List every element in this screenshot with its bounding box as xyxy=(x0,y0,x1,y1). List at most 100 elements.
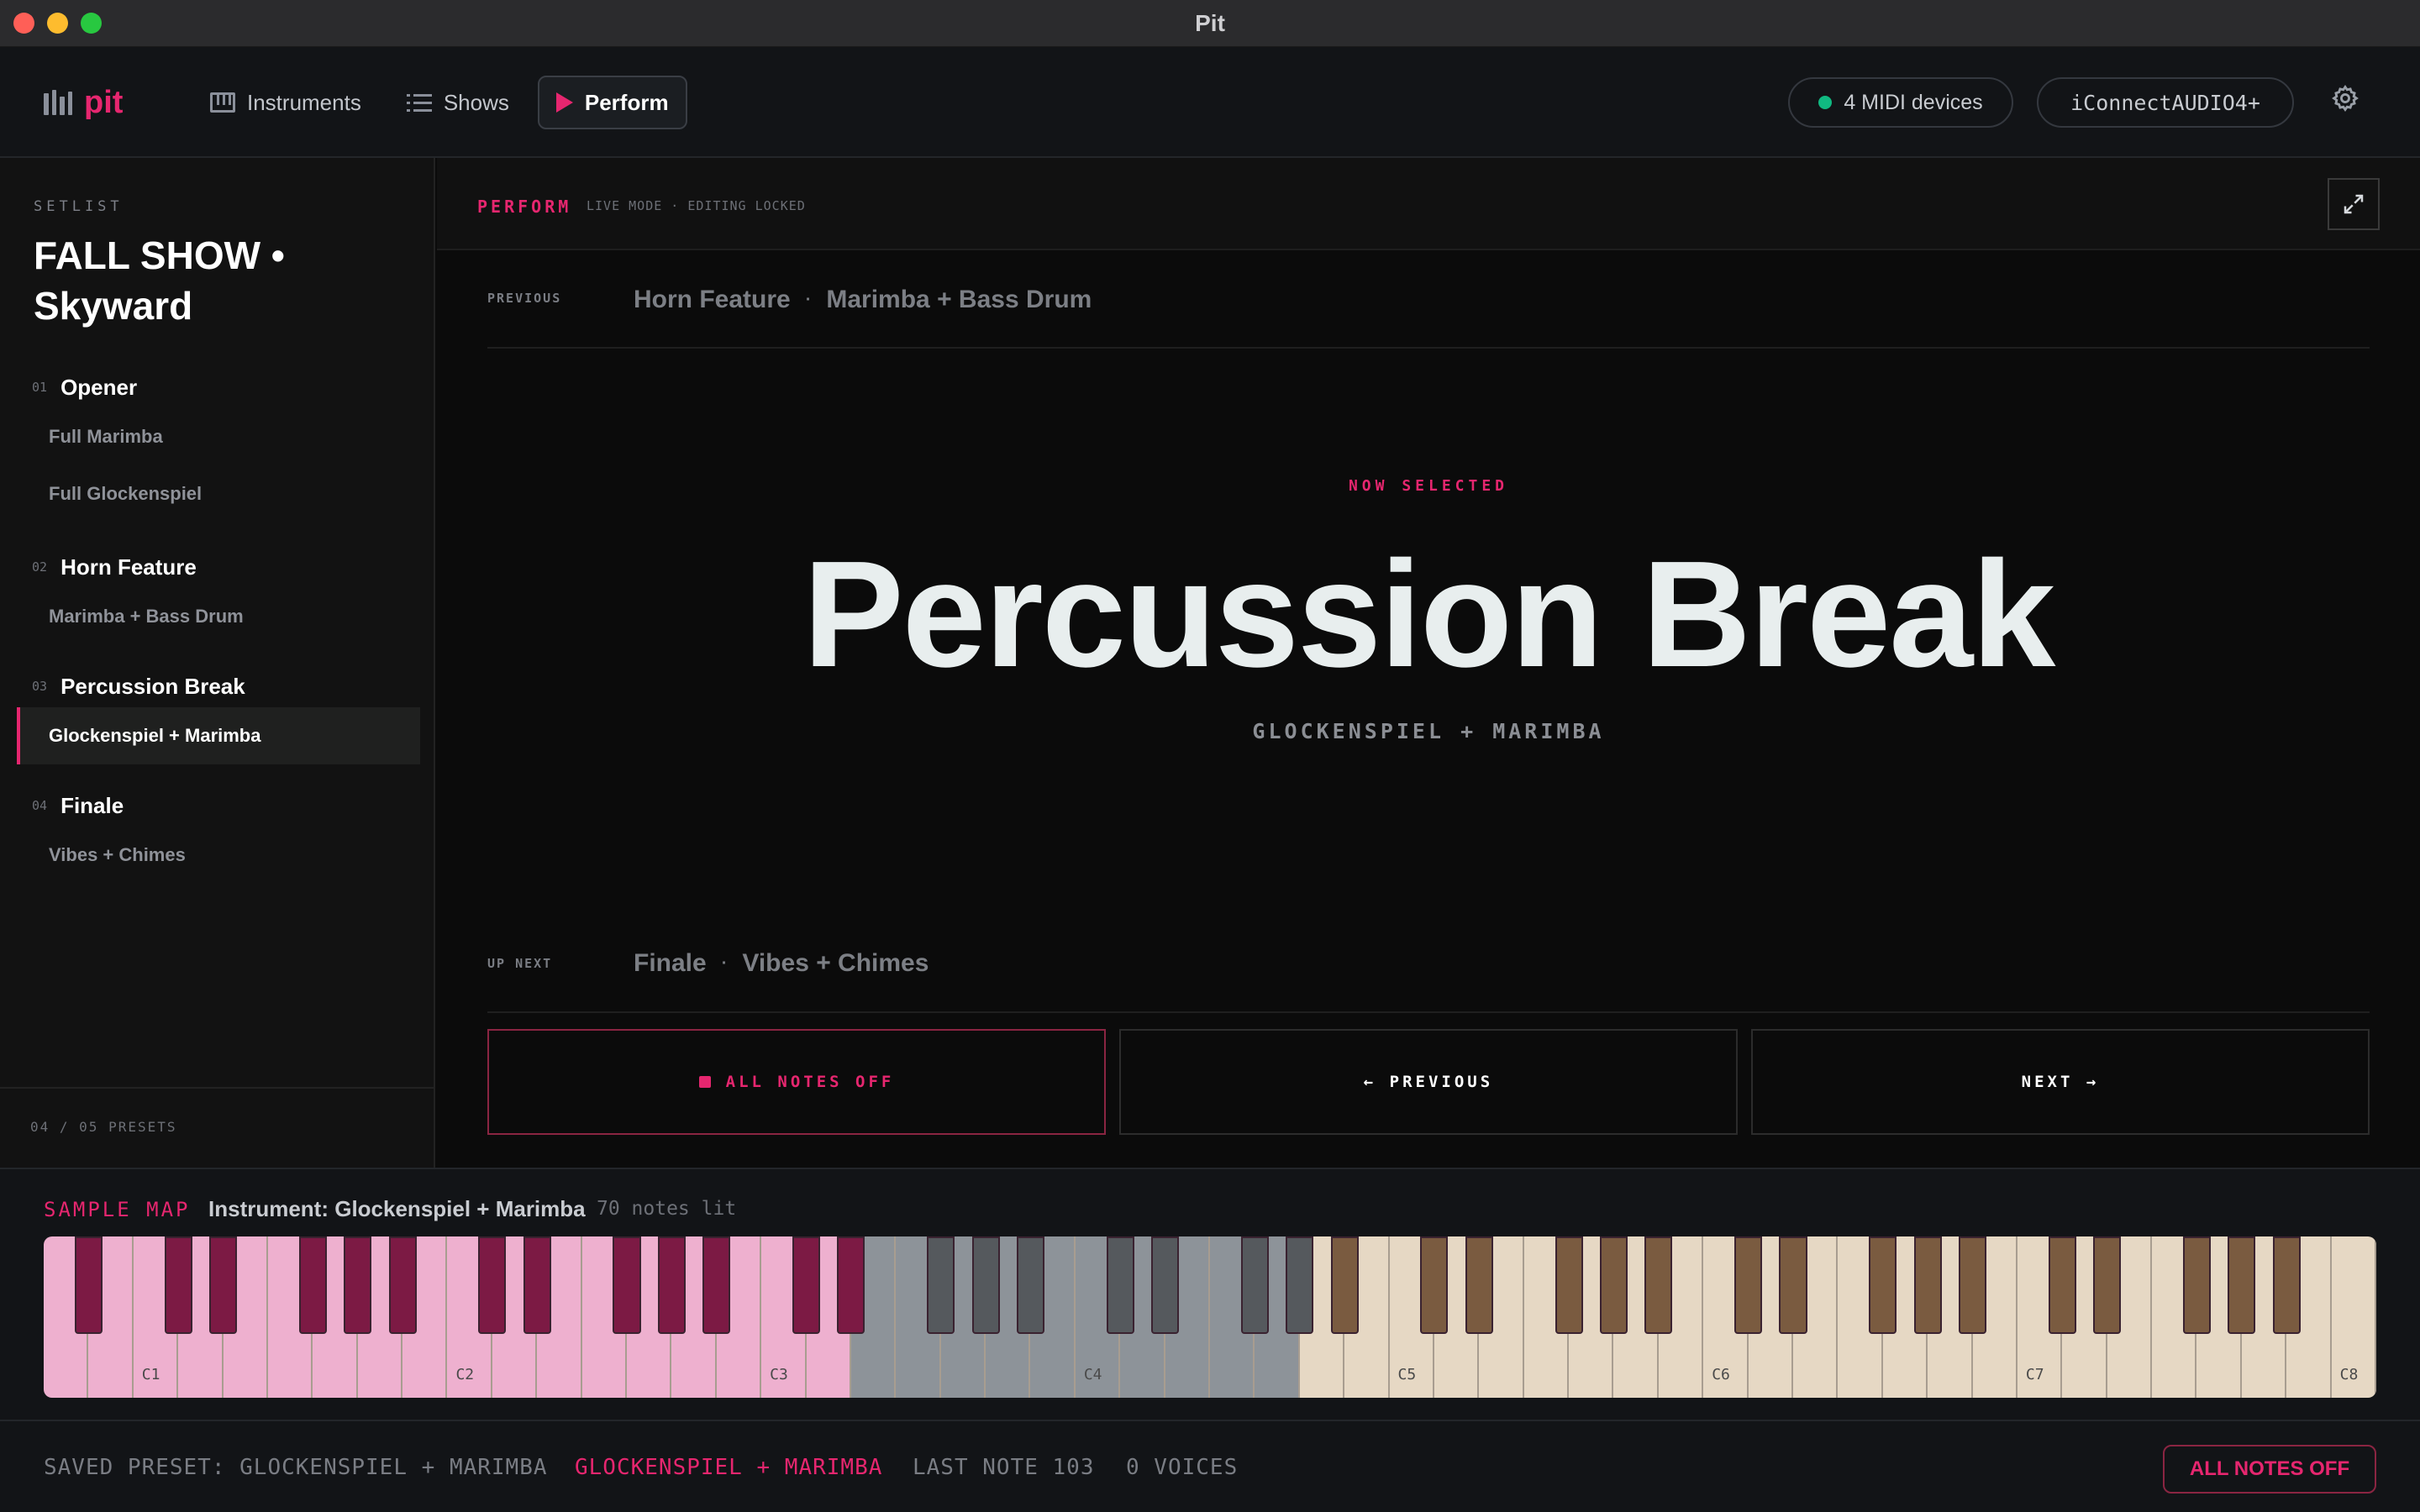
last-note-status: LAST NOTE 103 xyxy=(913,1455,1095,1480)
black-key[interactable] xyxy=(702,1236,731,1334)
black-key[interactable] xyxy=(1913,1236,1942,1334)
black-key[interactable] xyxy=(1420,1236,1449,1334)
black-key[interactable] xyxy=(298,1236,327,1334)
preset-item[interactable]: Full Marimba xyxy=(17,408,420,465)
black-key[interactable] xyxy=(1106,1236,1134,1334)
song-header[interactable]: 02 Horn Feature xyxy=(0,546,435,588)
previous-song: Horn Feature xyxy=(634,286,791,313)
black-key[interactable] xyxy=(2093,1236,2122,1334)
black-key[interactable] xyxy=(1286,1236,1314,1334)
black-key[interactable] xyxy=(1958,1236,1987,1334)
stop-icon xyxy=(698,1076,711,1088)
preset-count: 04 / 05 PRESETS xyxy=(30,1119,177,1135)
black-key[interactable] xyxy=(208,1236,238,1334)
black-key[interactable] xyxy=(478,1236,507,1334)
black-key[interactable] xyxy=(1016,1236,1044,1334)
app-logo[interactable]: pit xyxy=(44,84,123,121)
octave-label: C8 xyxy=(2339,1366,2359,1383)
black-key[interactable] xyxy=(388,1236,417,1334)
all-notes-off-button[interactable]: ALL NOTES OFF xyxy=(487,1029,1106,1135)
black-key[interactable] xyxy=(1240,1236,1269,1334)
audio-device-text: iConnectAUDIO4+ xyxy=(2070,90,2260,115)
lit-notes-count: 70 notes lit xyxy=(597,1198,737,1220)
status-dot-icon xyxy=(1818,96,1833,109)
black-key[interactable] xyxy=(164,1236,192,1334)
black-key[interactable] xyxy=(1644,1236,1673,1334)
sample-map-label: SAMPLE MAP xyxy=(44,1198,191,1221)
sidebar-eyebrow: SETLIST xyxy=(34,198,124,215)
audio-device-pill[interactable]: iConnectAUDIO4+ xyxy=(2037,77,2294,128)
mode-label: PERFORM xyxy=(477,197,572,217)
black-key[interactable] xyxy=(2048,1236,2076,1334)
song-name: Opener xyxy=(60,374,138,400)
black-key[interactable] xyxy=(927,1236,955,1334)
next-button[interactable]: NEXT → xyxy=(1751,1029,2370,1135)
fullscreen-button[interactable] xyxy=(2328,178,2380,230)
black-key[interactable] xyxy=(74,1236,103,1334)
nav-perform-label: Perform xyxy=(584,89,669,115)
preset-item[interactable]: Marimba + Bass Drum xyxy=(17,588,420,645)
preset-item-active[interactable]: Glockenspiel + Marimba xyxy=(17,707,420,764)
next-cue[interactable]: Finale · Vibes + Chimes xyxy=(634,949,929,978)
black-key[interactable] xyxy=(344,1236,372,1334)
now-selected-preset: GLOCKENSPIEL + MARIMBA xyxy=(1252,719,1605,743)
up-next-label: UP NEXT xyxy=(487,956,553,971)
black-key[interactable] xyxy=(1599,1236,1628,1334)
black-key[interactable] xyxy=(1555,1236,1583,1334)
main-nav: Instruments Shows Perform xyxy=(193,76,687,129)
perform-toolbar: PERFORM LIVE MODE · EDITING LOCKED xyxy=(437,158,2420,250)
gear-icon[interactable] xyxy=(2331,84,2360,113)
previous-cue[interactable]: Horn Feature · Marimba + Bass Drum xyxy=(634,286,1092,314)
black-key[interactable] xyxy=(2228,1236,2256,1334)
black-key[interactable] xyxy=(1151,1236,1180,1334)
status-bar: SAVED PRESET: GLOCKENSPIEL + MARIMBA GLO… xyxy=(0,1420,2420,1512)
black-key[interactable] xyxy=(1734,1236,1763,1334)
song-header[interactable]: 03 Percussion Break xyxy=(0,665,435,707)
active-preset-status: GLOCKENSPIEL + MARIMBA xyxy=(575,1455,883,1480)
song-group: 03 Percussion Break Glockenspiel + Marim… xyxy=(0,665,435,764)
previous-button[interactable]: ← PREVIOUS xyxy=(1119,1029,1738,1135)
black-key[interactable] xyxy=(523,1236,551,1334)
expand-icon xyxy=(2344,194,2364,214)
black-key[interactable] xyxy=(657,1236,686,1334)
black-key[interactable] xyxy=(792,1236,821,1334)
midi-status-pill[interactable]: 4 MIDI devices xyxy=(1788,77,2013,128)
octave-label: C3 xyxy=(770,1366,788,1383)
nav-instruments[interactable]: Instruments xyxy=(193,76,378,129)
song-group: 02 Horn Feature Marimba + Bass Drum xyxy=(0,546,435,645)
nav-shows-label: Shows xyxy=(443,89,509,115)
title-bar: Pit xyxy=(0,0,2420,47)
black-key[interactable] xyxy=(613,1236,641,1334)
octave-label: C5 xyxy=(1397,1366,1417,1383)
nav-shows[interactable]: Shows xyxy=(390,76,526,129)
next-preset: Vibes + Chimes xyxy=(742,949,929,977)
song-header[interactable]: 01 Opener xyxy=(0,366,435,408)
black-key[interactable] xyxy=(2272,1236,2301,1334)
panic-button[interactable]: ALL NOTES OFF xyxy=(2163,1445,2376,1494)
saved-preset-status: SAVED PRESET: GLOCKENSPIEL + MARIMBA xyxy=(44,1455,548,1480)
black-key[interactable] xyxy=(971,1236,1000,1334)
nav-perform[interactable]: Perform xyxy=(537,76,687,129)
song-number: 04 xyxy=(32,798,48,813)
preset-item[interactable]: Vibes + Chimes xyxy=(17,827,420,884)
midi-status-text: 4 MIDI devices xyxy=(1844,90,1983,114)
song-header[interactable]: 04 Finale xyxy=(0,785,435,827)
piano-keyboard[interactable]: C1 C2 C3 C4 C5 C6 C7 C8 xyxy=(44,1236,2376,1398)
previous-button-label: ← PREVIOUS xyxy=(1363,1073,1494,1091)
black-key[interactable] xyxy=(1330,1236,1359,1334)
octave-label: C6 xyxy=(1712,1366,1730,1383)
piano-icon xyxy=(210,92,235,113)
black-key[interactable] xyxy=(837,1236,865,1334)
previous-label: PREVIOUS xyxy=(487,291,562,306)
song-number: 01 xyxy=(32,380,48,395)
setlist-sidebar: SETLIST FALL SHOW • Skyward 01 Opener Fu… xyxy=(0,158,435,1168)
app-name: pit xyxy=(84,84,124,120)
black-key[interactable] xyxy=(1465,1236,1493,1334)
logo-icon xyxy=(44,90,72,115)
black-key[interactable] xyxy=(1779,1236,1807,1334)
song-number: 03 xyxy=(32,679,48,694)
black-key[interactable] xyxy=(2182,1236,2211,1334)
preset-item[interactable]: Full Glockenspiel xyxy=(17,465,420,522)
next-button-label: NEXT → xyxy=(2021,1073,2100,1091)
black-key[interactable] xyxy=(1869,1236,1897,1334)
